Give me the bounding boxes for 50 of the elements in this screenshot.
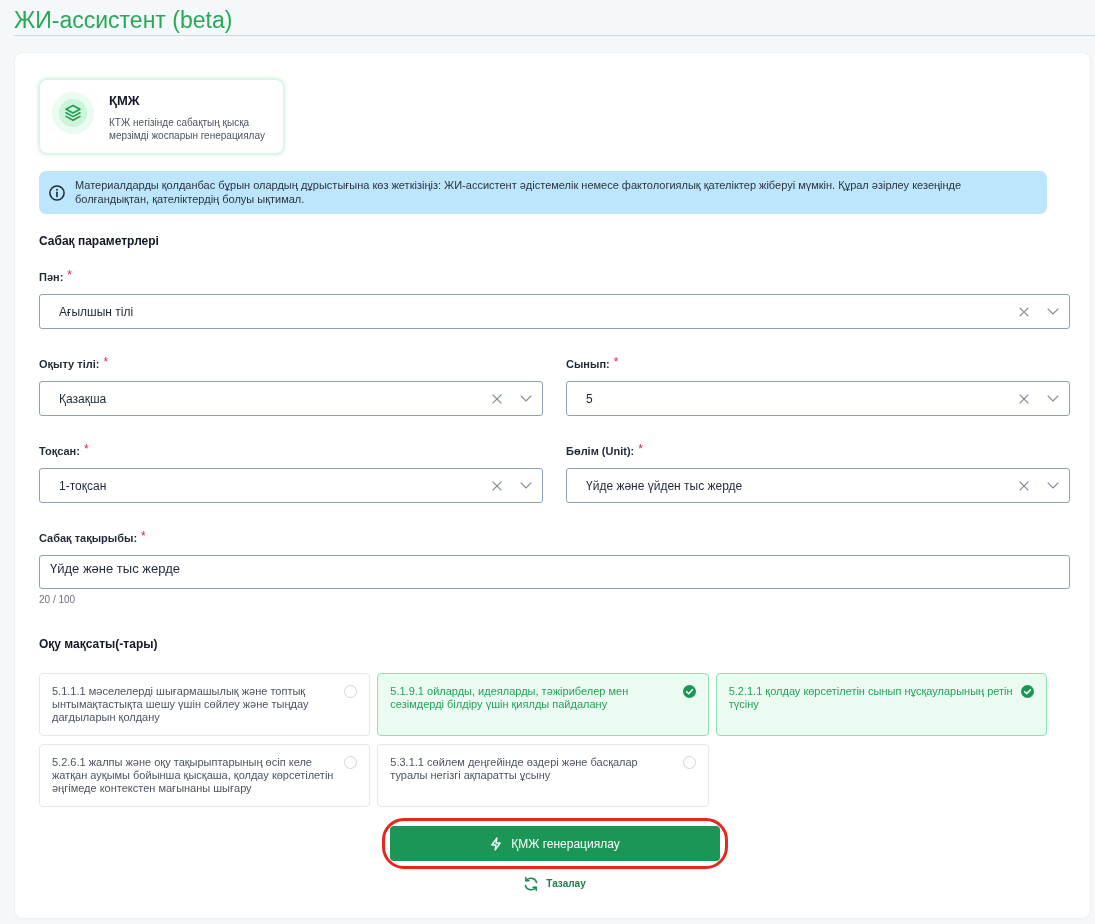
check-circle-icon[interactable] [1021,685,1034,698]
lightning-icon [489,836,504,851]
radio-icon[interactable] [344,756,358,769]
select-field[interactable]: Қазақша [39,381,543,416]
chevron-down-icon[interactable] [520,482,532,489]
required-mark: * [613,357,619,367]
tool-card[interactable]: ҚМЖ КТЖ негізінде сабақтың қысқа мерзімді жоспарын генерациялау [39,79,284,154]
char-counter: 20 / 100 [39,594,76,606]
alert-text: Материалдарды қолданбас бұрын олардың дұрыстығына көз жеткізіңіз: ЖИ-ассистент әдістемелік немесе фактологиялық қателіктер жіберуі мүмкін. Құрал әзірлеу кезеңінде болғандықтан, қателіктердің болуы ықтимал. [75,179,963,206]
section-title: Оқу мақсаты(-тары) [39,637,158,651]
field-label: Сабақ тақырыбы: [39,531,138,545]
field-label: Оқыту тілі: [39,357,100,371]
required-mark: * [67,270,72,280]
objective-option[interactable]: 5.3.1.1 сөйлем деңгейінде өздері және басқалар туралы негізгі ақпаратты ұсыну [377,744,709,807]
select-field[interactable]: Үйде және үйден тыс жерде [566,468,1070,503]
clear-icon[interactable] [492,393,502,404]
field-label: Тоқсан: [39,444,80,458]
clear-icon[interactable] [1019,393,1029,404]
chevron-down-icon[interactable] [1047,308,1059,315]
info-icon [49,184,65,201]
required-mark: * [638,444,643,454]
radio-icon[interactable] [344,685,358,698]
clear-icon[interactable] [492,480,502,491]
select-field[interactable]: 1-тоқсан [39,468,543,503]
clear-icon[interactable] [1019,306,1029,317]
generate-button[interactable]: ҚМЖ генерациялау [389,826,720,861]
chevron-down-icon[interactable] [1047,482,1059,489]
refresh-icon [523,876,540,892]
text-input[interactable]: Үйде және тыс жерде [39,555,1070,589]
check-circle-icon[interactable] [682,685,696,698]
field-label: Сынып: [566,357,610,371]
radio-icon[interactable] [682,756,696,769]
card-description: КТЖ негізінде сабақтың қысқа мерзімді жоспарын генерациялау [109,116,266,142]
objective-option[interactable]: 5.2.6.1 жалпы және оқу тақырыптарының өсіп келе жатқан ауқымы бойынша қысқаша, қолдау көрсетілетін әңгімеде контекстен мағынаны шығару [39,744,371,807]
section-title: Сабақ параметрлері [39,234,159,248]
field-label: Пән: [39,270,64,284]
select-field[interactable]: 5 [566,381,1070,416]
objective-option[interactable]: 5.1.1.1 мәселелерді шығармашылық және топтық ынтымақтастықта шешу үшін сөйлеу және тыңдау дағдыларын қолдану [39,673,371,736]
page-title: ЖИ-ассистент (beta) [14,6,233,35]
layers-icon [52,92,94,134]
clear-link[interactable]: Тазалау [523,876,586,892]
required-mark: * [103,357,109,367]
field-label: Бөлім (Unit): [566,444,635,458]
clear-icon[interactable] [1019,480,1029,491]
required-mark: * [83,444,89,454]
chevron-down-icon[interactable] [1047,395,1059,402]
chevron-down-icon[interactable] [520,395,532,402]
card-title: ҚМЖ [109,93,141,109]
select-field[interactable]: Ағылшын тілі [39,294,1070,329]
required-mark: * [141,531,146,541]
